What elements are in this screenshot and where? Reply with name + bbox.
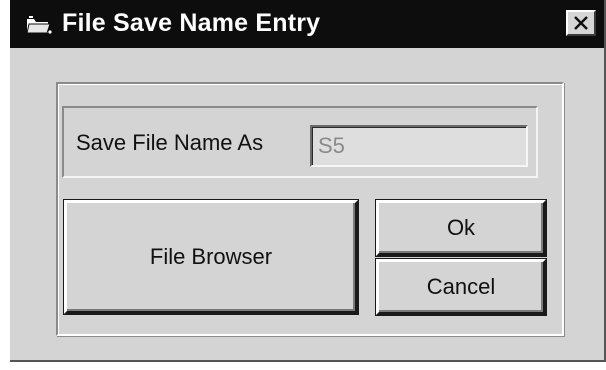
close-button[interactable] bbox=[566, 10, 596, 36]
title-bar[interactable]: File Save Name Entry bbox=[10, 0, 604, 48]
save-file-name-input[interactable] bbox=[310, 125, 528, 167]
window-title: File Save Name Entry bbox=[62, 9, 321, 37]
close-icon bbox=[574, 16, 588, 30]
file-browser-button[interactable]: File Browser bbox=[63, 199, 359, 315]
folder-app-icon bbox=[26, 16, 52, 34]
ok-button[interactable]: Ok bbox=[375, 199, 547, 257]
save-file-name-label: Save File Name As bbox=[76, 130, 264, 155]
cancel-button[interactable]: Cancel bbox=[375, 258, 547, 316]
